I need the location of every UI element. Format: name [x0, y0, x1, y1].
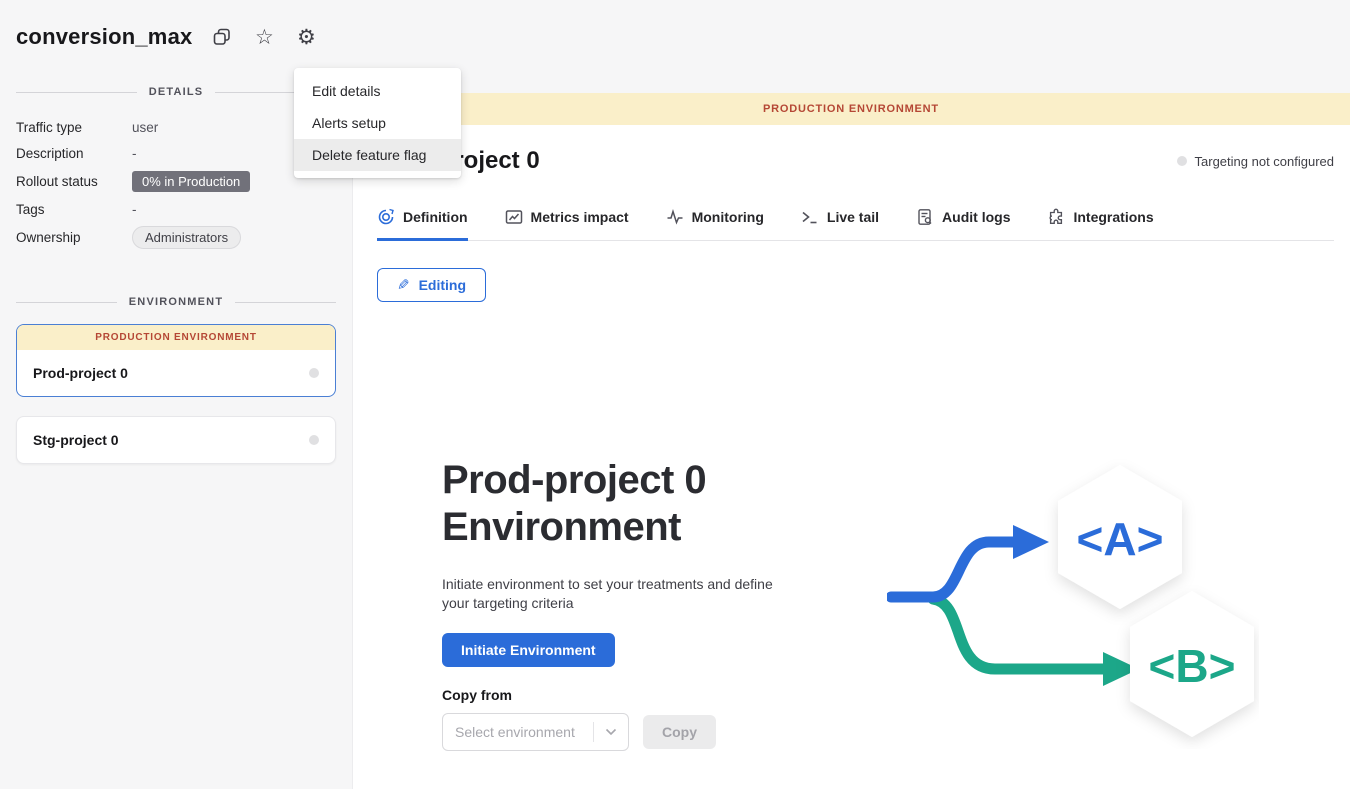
detail-value: user: [132, 120, 158, 135]
production-environment-banner-text: PRODUCTION ENVIRONMENT: [763, 103, 939, 115]
status-dot: [309, 435, 319, 445]
rollout-status-badge: 0% in Production: [132, 171, 250, 192]
blue-arrowhead: [1013, 525, 1049, 559]
tab-label: Definition: [403, 209, 468, 225]
copy-from-label: Copy from: [442, 687, 798, 703]
variant-b-label: <B>: [1149, 640, 1236, 692]
editing-button-label: Editing: [419, 277, 466, 293]
detail-row-rollout-status: Rollout status 0% in Production: [16, 166, 336, 196]
tab-definition[interactable]: Definition: [377, 208, 468, 241]
tab-label: Live tail: [827, 209, 879, 225]
targeting-status-dot: [1177, 156, 1187, 166]
flag-header: conversion_max ☆ ⚙: [16, 24, 318, 50]
detail-label: Tags: [16, 202, 132, 217]
initiate-environment-button[interactable]: Initiate Environment: [442, 633, 615, 667]
environment-card-stg[interactable]: Stg-project 0: [16, 416, 336, 464]
details-section-header: DETAILS: [16, 86, 336, 98]
detail-label: Description: [16, 146, 132, 161]
main-content: Prod-project 0 Targeting not configured …: [352, 125, 1350, 789]
environment-card-name: Stg-project 0: [33, 432, 119, 448]
blue-branch-line: [891, 542, 1015, 597]
environment-section-header: ENVIRONMENT: [16, 296, 336, 308]
pencil-icon: ✎: [397, 276, 410, 294]
environment-select[interactable]: Select environment: [442, 713, 629, 751]
tab-integrations[interactable]: Integrations: [1047, 208, 1153, 241]
copy-row: Select environment Copy: [442, 713, 798, 751]
copy-icon[interactable]: [210, 25, 234, 49]
target-icon: [377, 208, 395, 226]
ab-split-illustration: <A> <B>: [887, 457, 1259, 754]
details-section-title: DETAILS: [149, 86, 204, 98]
environment-section-title: ENVIRONMENT: [129, 296, 223, 308]
green-branch-line: [933, 599, 1105, 669]
detail-row-ownership: Ownership Administrators: [16, 222, 336, 252]
hero-description: Initiate environment to set your treatme…: [442, 575, 798, 613]
targeting-status-text: Targeting not configured: [1195, 154, 1334, 169]
tab-metrics-impact[interactable]: Metrics impact: [505, 208, 629, 241]
star-icon[interactable]: ☆: [252, 25, 276, 49]
flag-settings-menu: Edit details Alerts setup Delete feature…: [294, 68, 461, 178]
tab-label: Audit logs: [942, 209, 1010, 225]
chevron-down-icon: [594, 728, 628, 736]
tab-audit-logs[interactable]: Audit logs: [916, 208, 1010, 241]
hero-text-column: Prod-project 0 Environment Initiate envi…: [442, 457, 798, 751]
copy-button[interactable]: Copy: [643, 715, 716, 749]
detail-label: Traffic type: [16, 120, 132, 135]
environment-card-name: Prod-project 0: [33, 365, 128, 381]
tab-label: Monitoring: [692, 209, 764, 225]
detail-label: Rollout status: [16, 174, 132, 189]
targeting-status: Targeting not configured: [1177, 154, 1334, 169]
environment-hero: Prod-project 0 Environment Initiate envi…: [377, 457, 1334, 754]
pulse-icon: [666, 208, 684, 226]
main-area: PRODUCTION ENVIRONMENT Prod-project 0 Ta…: [352, 0, 1350, 789]
tab-bar: Definition Metrics impact Monitoring: [377, 208, 1334, 241]
detail-row-traffic-type: Traffic type user: [16, 114, 336, 140]
menu-item-delete-feature-flag[interactable]: Delete feature flag: [294, 139, 461, 171]
tab-label: Integrations: [1073, 209, 1153, 225]
detail-value: -: [132, 202, 137, 217]
variant-a-label: <A>: [1077, 513, 1164, 565]
tab-live-tail[interactable]: Live tail: [801, 208, 879, 241]
detail-value: -: [132, 146, 137, 161]
puzzle-icon: [1047, 208, 1065, 226]
hero-heading: Prod-project 0 Environment: [442, 457, 798, 551]
chart-icon: [505, 208, 523, 226]
environment-section: ENVIRONMENT PRODUCTION ENVIRONMENT Prod-…: [16, 296, 336, 464]
detail-label: Ownership: [16, 230, 132, 245]
production-environment-banner: PRODUCTION ENVIRONMENT: [352, 93, 1350, 125]
page-head: Prod-project 0 Targeting not configured: [377, 125, 1334, 175]
menu-item-edit-details[interactable]: Edit details: [294, 75, 461, 107]
production-environment-label: PRODUCTION ENVIRONMENT: [17, 325, 335, 350]
flag-name-title: conversion_max: [16, 24, 192, 50]
detail-row-tags: Tags -: [16, 196, 336, 222]
environment-select-placeholder: Select environment: [443, 724, 593, 740]
environment-card-prod[interactable]: PRODUCTION ENVIRONMENT Prod-project 0: [16, 324, 336, 397]
status-dot: [309, 368, 319, 378]
editing-button[interactable]: ✎ Editing: [377, 268, 486, 302]
tab-monitoring[interactable]: Monitoring: [666, 208, 764, 241]
ownership-pill: Administrators: [132, 226, 241, 249]
audit-log-icon: [916, 208, 934, 226]
detail-row-description: Description -: [16, 140, 336, 166]
menu-item-alerts-setup[interactable]: Alerts setup: [294, 107, 461, 139]
tab-label: Metrics impact: [531, 209, 629, 225]
gear-icon[interactable]: ⚙: [294, 25, 318, 49]
terminal-icon: [801, 208, 819, 226]
